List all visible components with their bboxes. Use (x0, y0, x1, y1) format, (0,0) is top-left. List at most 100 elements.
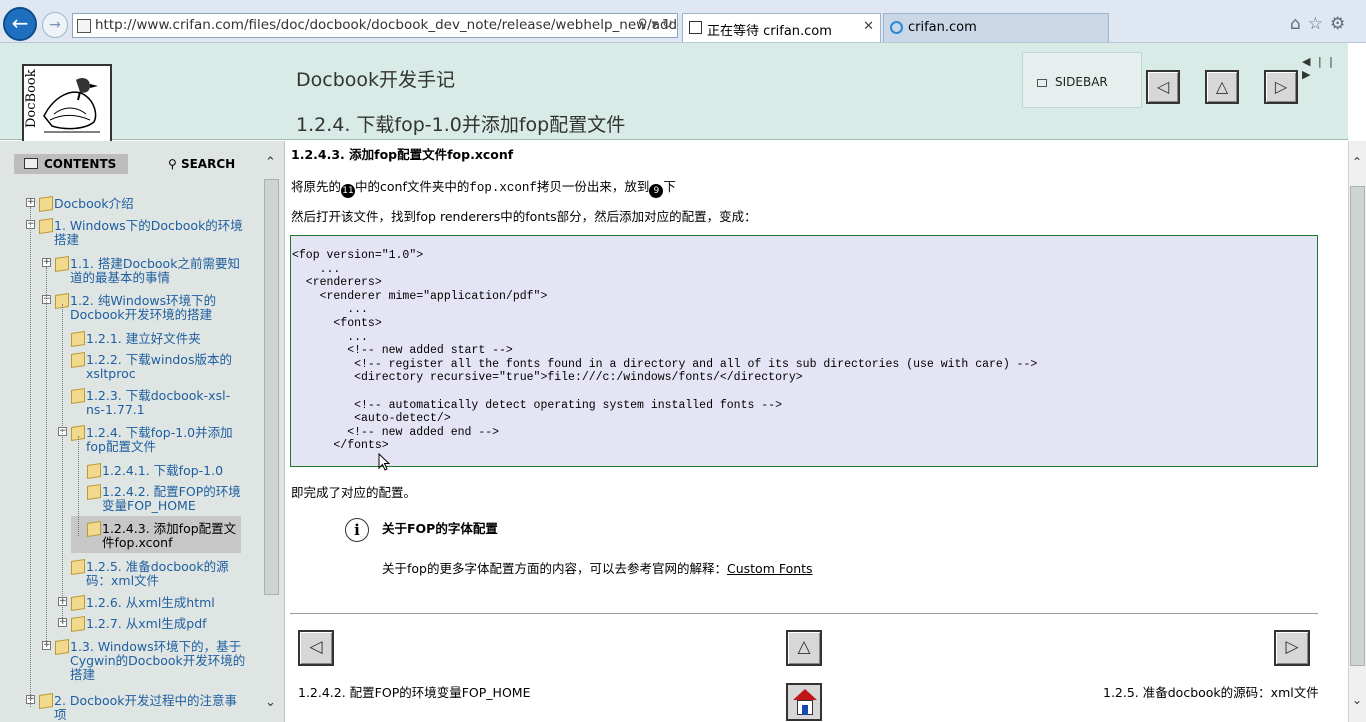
callout-badge[interactable]: 11 (341, 184, 356, 198)
toc-item-label: 1.2.5. 准备docbook的源 码：xml文件 (86, 559, 229, 588)
toc-item[interactable]: 1.2.3. 下载docbook-xsl-ns-1.77.1 (58, 388, 231, 417)
home-button[interactable] (786, 683, 822, 721)
scrollbar-thumb[interactable] (264, 179, 279, 595)
scroll-down-icon[interactable]: ⌄ (265, 695, 276, 710)
callout-badge[interactable]: 9 (649, 184, 664, 198)
toc-item-label: Docbook介绍 (54, 196, 134, 211)
toc-item[interactable]: 1.2.5. 准备docbook的源 码：xml文件 (58, 559, 229, 588)
toc-item[interactable]: +1.1. 搭建Docbook之前需要知 道的最基本的事情 (42, 256, 240, 285)
back-arrow-icon[interactable]: ← (3, 7, 37, 41)
toc-item[interactable]: −1.2. 纯Windows环境下的 Docbook开发环境的搭建 (42, 293, 217, 322)
footer-up-button[interactable]: △ (786, 630, 822, 666)
book-icon (71, 559, 85, 575)
paragraph-copy-instructions: 将原先的11中的conf文件夹中的fop.xconf拷贝一份出来，放到 9 下 (291, 179, 676, 198)
footer-next-button[interactable]: ▷ (1274, 630, 1310, 666)
book-icon (39, 196, 53, 212)
address-bar[interactable]: http://www.crifan.com/files/doc/docbook/… (72, 13, 678, 38)
toc-item[interactable]: −1.2.4. 下载fop-1.0并添加 fop配置文件 (58, 425, 233, 454)
docbook-logo: DocBook (22, 64, 112, 143)
browser-tools: ⌂☆⚙ (1290, 14, 1352, 34)
divider (290, 613, 1318, 614)
toc-item-label: 1. Windows下的Docbook的环境 搭建 (54, 218, 243, 247)
star-icon[interactable]: ☆ (1308, 14, 1330, 34)
scrollbar-thumb[interactable] (1350, 186, 1365, 666)
tab-label: crifan.com (908, 20, 977, 35)
toc-item[interactable]: 1.2.4.2. 配置FOP的环境 变量FOP_HOME (74, 484, 241, 513)
ie-logo-icon (890, 21, 903, 34)
book-icon (55, 256, 69, 272)
toc-item-label: 1.2. 纯Windows环境下的 Docbook开发环境的搭建 (70, 293, 217, 322)
address-url: http://www.crifan.com/files/doc/docbook/… (95, 17, 678, 33)
forward-arrow-icon[interactable]: → (42, 12, 68, 38)
scroll-up-icon[interactable]: ⌃ (1352, 155, 1362, 169)
gear-icon[interactable]: ⚙ (1330, 14, 1352, 34)
toc-item-label: 1.1. 搭建Docbook之前需要知 道的最基本的事情 (70, 256, 240, 285)
main-scrollbar[interactable]: ⌃ ⌄ (1348, 141, 1366, 722)
toc-item[interactable]: 1.2.2. 下载windos版本的 xsltproc (58, 352, 232, 381)
toc-item[interactable]: +1.2.6. 从xml生成html (58, 595, 215, 611)
duck-logo-icon: DocBook (24, 66, 110, 141)
toc-item-label: 1.2.1. 建立好文件夹 (86, 331, 201, 346)
expand-icon[interactable]: + (26, 198, 35, 207)
book-icon (87, 463, 101, 479)
book-icon (55, 639, 69, 655)
sidebar-label: SIDEBAR (1055, 75, 1108, 89)
toc-item-label: 1.3. Windows环境下的，基于 Cygwin的Docbook开发环境的 搭建 (70, 639, 246, 682)
scroll-up-icon[interactable]: ⌃ (265, 155, 276, 170)
book-icon (71, 616, 85, 632)
browser-toolbar: ← → http://www.crifan.com/files/doc/docb… (0, 0, 1366, 43)
page-header: DocBook Docbook开发手记 1.2.4. 下载fop-1.0并添加f… (0, 43, 1348, 143)
sidebar-icon (1037, 79, 1047, 87)
toc-item-label: 1.2.4.2. 配置FOP的环境 变量FOP_HOME (102, 484, 241, 513)
mouse-cursor-icon (378, 453, 390, 471)
toc-item[interactable]: +1.3. Windows环境下的，基于 Cygwin的Docbook开发环境的搭… (42, 639, 246, 682)
scroll-down-icon[interactable]: ⌄ (1352, 693, 1362, 707)
toc-item[interactable]: +2. Docbook开发过程中的注意事项 (26, 693, 237, 722)
toc-item-label: 1.2.2. 下载windos版本的 xsltproc (86, 352, 232, 381)
home-icon[interactable]: ⌂ (1290, 14, 1308, 34)
inline-code: fop.xconf (469, 181, 537, 195)
prev-button[interactable]: ◁ (1146, 70, 1180, 104)
expand-icon[interactable]: + (42, 258, 51, 267)
note-text: 关于fop的更多字体配置方面的内容，可以去参考官网的解释：Custom Font… (382, 561, 813, 576)
book-icon (71, 352, 85, 368)
toc-item[interactable]: +1.2.7. 从xml生成pdf (58, 616, 207, 632)
sidebar-scrollbar[interactable]: ⌃ ⌄ (263, 145, 280, 717)
toc-item[interactable]: + Docbook介绍 (26, 196, 134, 212)
tree-guide-line (78, 436, 79, 536)
section-title: 1.2.4. 下载fop-1.0并添加fop配置文件 (296, 114, 626, 136)
close-icon[interactable]: ✕ (863, 19, 874, 34)
footer-prev-label[interactable]: 1.2.4.2. 配置FOP的环境变量FOP_HOME (298, 682, 530, 701)
sidebar: CONTENTS ⚲ SEARCH + Docbook介绍 −1. Windows下… (0, 141, 285, 722)
tab-label: 正在等待 crifan.com (707, 24, 832, 39)
custom-fonts-link[interactable]: Custom Fonts (727, 561, 813, 576)
frame-resize-control[interactable]: ◀ | | ▶ (1302, 55, 1348, 81)
toc-item-label: 1.2.7. 从xml生成pdf (86, 616, 207, 631)
sidebar-toggle[interactable]: SIDEBAR (1022, 52, 1142, 108)
toc-item[interactable]: −1. Windows下的Docbook的环境 搭建 (26, 218, 243, 247)
page-favicon-icon (77, 19, 91, 33)
toc-item-label: 1.2.3. 下载docbook-xsl-ns-1.77.1 (86, 388, 231, 417)
tab-loading[interactable]: 正在等待 crifan.com ✕ (682, 13, 881, 42)
toc-item[interactable]: 1.2.1. 建立好文件夹 (58, 331, 201, 347)
tree-guide-line (62, 304, 63, 624)
footer-next-label[interactable]: 1.2.5. 准备docbook的源码：xml文件 (1103, 682, 1319, 701)
book-icon (71, 595, 85, 611)
toc-tree: + Docbook介绍 −1. Windows下的Docbook的环境 搭建 +1.1.… (0, 141, 262, 722)
up-button[interactable]: △ (1205, 70, 1239, 104)
paragraph-done: 即完成了对应的配置。 (291, 485, 417, 500)
book-icon (87, 521, 101, 537)
toc-item[interactable]: 1.2.4.1. 下载fop-1.0 (74, 463, 223, 479)
next-button[interactable]: ▷ (1264, 70, 1298, 104)
toc-item[interactable]: 1.2.4.3. 添加fop配置文 件fop.xconf (74, 521, 236, 550)
main-content: 1.2.4.3. 添加fop配置文件fop.xconf 将原先的11中的conf… (286, 141, 1348, 722)
paragraph-edit-instructions: 然后打开该文件，找到fop renderers中的fonts部分，然后添加对应的… (291, 209, 757, 224)
tab-crifan[interactable]: crifan.com (883, 13, 1109, 42)
tree-guide-line (46, 267, 47, 647)
note-title: 关于FOP的字体配置 (382, 521, 498, 536)
book-icon (71, 388, 85, 404)
search-refresh-icon[interactable]: ⚲ ▾ ↻ (638, 17, 673, 32)
footer-prev-button[interactable]: ◁ (298, 630, 334, 666)
house-roof-icon (793, 689, 817, 700)
book-title[interactable]: Docbook开发手记 (296, 65, 455, 92)
